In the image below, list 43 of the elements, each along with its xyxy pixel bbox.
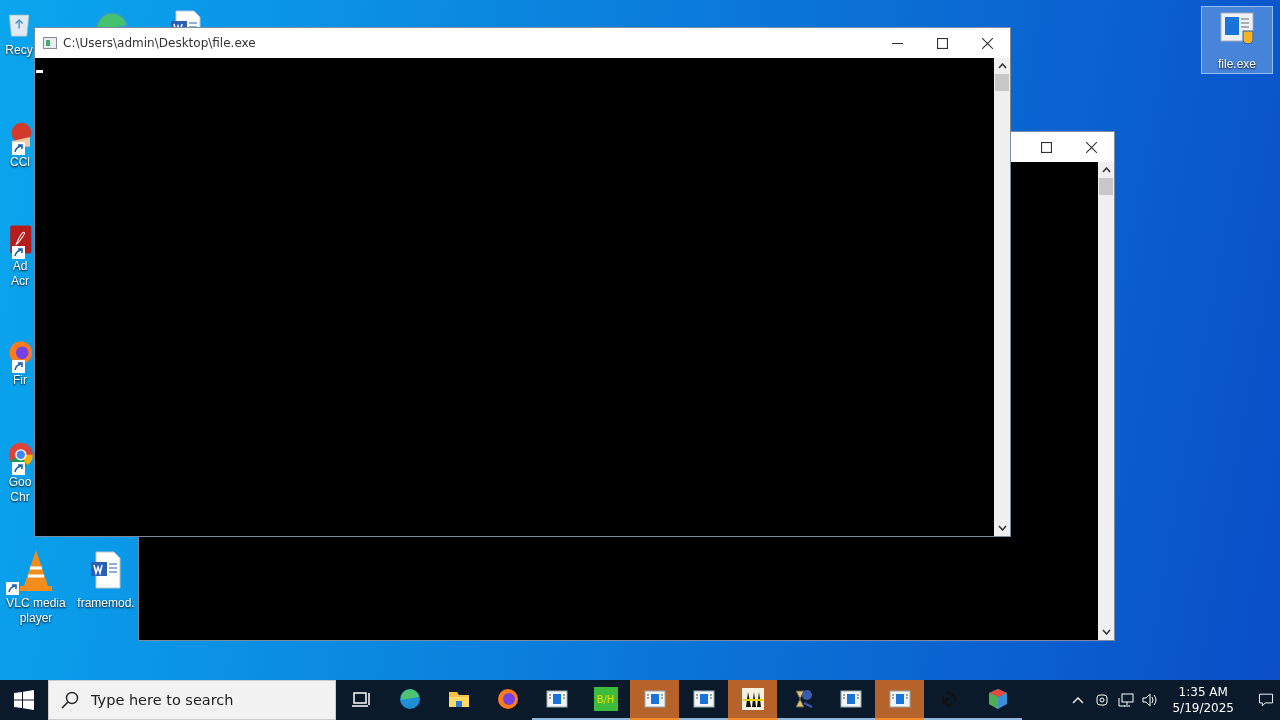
scroll-up-icon[interactable] [1101,167,1111,173]
console-icon [838,687,863,711]
icon-label: Goo Chr [7,475,33,505]
search-bar[interactable]: Type here to search [48,680,336,720]
maximize-icon[interactable] [937,37,948,49]
windows-start-icon[interactable] [14,690,34,710]
binoculars-icon [740,687,765,711]
console-icon [544,687,569,711]
firefox-icon [495,687,520,711]
console-app-icon [43,37,57,49]
scroll-down-icon[interactable] [997,525,1007,531]
icon-label: VLC media player [5,596,67,626]
search-field[interactable]: Type here to search [89,691,313,709]
scroll-up-icon[interactable] [997,63,1007,69]
selected-desktop-icon[interactable]: file.exe [1201,6,1273,74]
scrollbar[interactable] [1098,162,1114,640]
icon-label: file.exe [1217,57,1257,72]
search-icon [61,691,79,709]
window-title: C:\Users\admin\Desktop\file.exe [63,36,256,50]
console-icon [642,687,667,711]
icon-label: CCl [9,155,31,170]
icon-label: Fir [12,373,28,388]
icon-label: framemod. [76,596,136,611]
console-icon [887,687,912,711]
icon-label: Ad Acr [10,259,30,289]
scrollbar-thumb[interactable] [1099,178,1113,195]
volume-icon[interactable] [1142,692,1159,708]
scrollbar-thumb[interactable] [995,74,1009,91]
scroll-down-icon[interactable] [1101,629,1111,635]
notification-icon[interactable] [1258,692,1274,708]
app-logo: B/H [593,687,618,711]
icon-label: Recy [4,43,34,58]
clock-time: 1:35 AM [1177,684,1229,700]
close-icon[interactable] [982,37,993,49]
clock[interactable]: 1:35 AM 5/19/2025 [1172,684,1234,716]
taskbar-button[interactable] [728,680,777,720]
network-icon[interactable] [1118,692,1135,708]
close-icon[interactable] [1086,141,1097,153]
scrollbar[interactable] [994,58,1010,536]
clock-date: 5/19/2025 [1172,700,1234,716]
console-icon [691,687,716,711]
camera-icon[interactable] [1094,692,1111,708]
maximize-icon[interactable] [1041,141,1052,153]
